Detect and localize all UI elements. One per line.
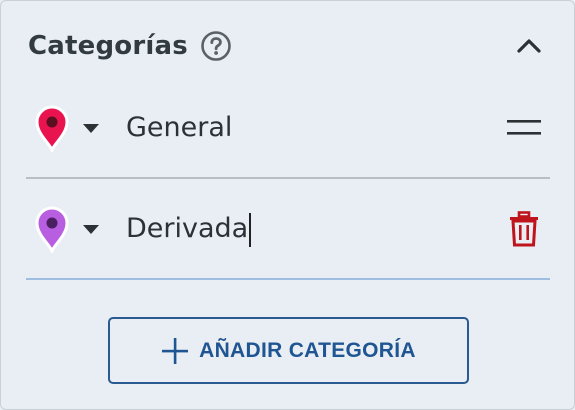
category-row: Derivada — [26, 184, 550, 274]
categories-panel: Categorías General Derivada AÑADIR CATEG… — [0, 0, 575, 410]
trash-icon[interactable] — [504, 209, 544, 249]
panel-header: Categorías — [28, 27, 544, 65]
question-circle-icon[interactable] — [200, 30, 232, 62]
category-name-input[interactable]: Derivada — [126, 209, 504, 249]
panel-title: Categorías — [28, 31, 188, 61]
chevron-up-icon[interactable] — [514, 31, 544, 61]
category-name-input[interactable]: General — [126, 108, 504, 148]
add-category-label: AÑADIR CATEGORÍA — [199, 338, 416, 362]
caret-down-icon[interactable] — [80, 219, 102, 239]
row-divider — [26, 177, 550, 179]
category-row: General — [26, 83, 550, 173]
add-category-button[interactable]: AÑADIR CATEGORÍA — [108, 317, 469, 384]
drag-handle-icon[interactable] — [504, 108, 544, 148]
map-pin-icon[interactable] — [32, 103, 72, 153]
text-cursor — [249, 212, 251, 247]
map-pin-icon[interactable] — [32, 204, 72, 254]
caret-down-icon[interactable] — [80, 118, 102, 138]
plus-icon — [161, 337, 189, 365]
input-underline — [26, 278, 550, 280]
